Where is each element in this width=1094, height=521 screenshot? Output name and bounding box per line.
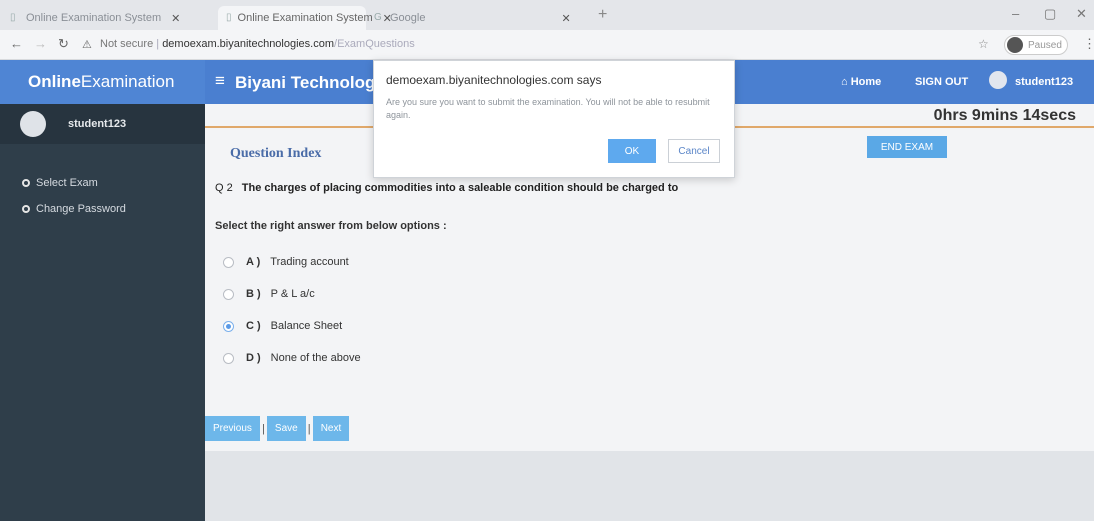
option-b[interactable]: B ) P & L a/c: [223, 288, 315, 300]
browser-tab[interactable]: G Google ✕: [366, 6, 586, 30]
circle-bullet-icon: [22, 179, 30, 187]
option-text: Trading account: [270, 256, 349, 268]
previous-button[interactable]: Previous: [205, 416, 260, 441]
new-tab-icon[interactable]: +: [598, 6, 607, 24]
home-icon: ⌂: [841, 76, 851, 88]
security-label: Not secure: [100, 38, 154, 50]
option-text: P & L a/c: [270, 288, 315, 300]
dialog-message: Are you sure you want to submit the exam…: [386, 97, 710, 120]
warning-icon: ⚠: [82, 39, 92, 51]
dialog-title: demoexam.biyanitechnologies.com says: [386, 73, 602, 87]
exam-timer: 0hrs 9mins 14secs: [933, 107, 1076, 124]
select-hint: Select the right answer from below optio…: [215, 220, 447, 232]
sidebar-item-change-password[interactable]: Change Password: [22, 203, 126, 215]
browser-tab-active[interactable]: ▯ Online Examination System ✕: [218, 6, 392, 30]
radio-button[interactable]: [223, 352, 234, 364]
radio-button[interactable]: [223, 288, 234, 300]
menu-kebab-icon[interactable]: ⋮: [1083, 36, 1094, 52]
question: Q 2 The charges of placing commodities i…: [215, 182, 678, 194]
separator: |: [261, 422, 265, 435]
cancel-button[interactable]: Cancel: [668, 139, 720, 163]
url-host: demoexam.biyanitechnologies.com: [162, 38, 335, 50]
maximize-icon[interactable]: ▢: [1044, 6, 1056, 22]
bookmark-star-icon[interactable]: ☆: [978, 37, 989, 51]
next-button[interactable]: Next: [312, 416, 350, 441]
save-button[interactable]: Save: [266, 416, 306, 441]
option-c[interactable]: C ) Balance Sheet: [223, 320, 342, 332]
profile-button[interactable]: Paused: [1004, 35, 1068, 55]
option-d[interactable]: D ) None of the above: [223, 352, 361, 364]
sign-out-link[interactable]: SIGN OUT: [915, 76, 968, 88]
radio-button-checked[interactable]: [223, 320, 234, 332]
hamburger-menu-icon[interactable]: ≡: [215, 71, 225, 91]
brand-bold: Online: [28, 72, 81, 91]
tab-label: Online Examination System: [26, 12, 162, 24]
user-avatar-icon: [989, 71, 1007, 89]
footer: [205, 451, 1094, 521]
window-close-icon[interactable]: ✕: [1076, 6, 1087, 22]
radio-button[interactable]: [223, 256, 234, 268]
browser-tab[interactable]: ▯ Online Examination System ✕: [2, 6, 218, 30]
close-icon[interactable]: ✕: [171, 12, 180, 25]
option-letter: A ): [246, 256, 261, 268]
question-nav-buttons: Previous | Save | Next: [205, 416, 350, 441]
reload-icon[interactable]: ↻: [58, 36, 69, 52]
doc-icon: ▯: [226, 12, 232, 23]
tab-label: Google: [390, 12, 426, 24]
option-text: Balance Sheet: [270, 320, 343, 332]
doc-icon: ▯: [10, 12, 16, 23]
browser-tab-bar: ▯ Online Examination System ✕ ▯ Online E…: [0, 0, 1094, 30]
question-number: Q 2: [215, 182, 233, 194]
back-icon[interactable]: ←: [10, 36, 23, 51]
sidebar-user-panel: student123: [0, 104, 205, 144]
option-letter: C ): [246, 320, 261, 332]
profile-avatar-icon: [1007, 37, 1023, 53]
ok-button[interactable]: OK: [608, 139, 656, 163]
option-letter: B ): [246, 288, 261, 300]
address-bar: ← → ↻ ⚠ Not secure | demoexam.biyanitech…: [0, 30, 1094, 60]
option-text: None of the above: [270, 352, 361, 364]
sidebar: student123 Select Exam Change Password: [0, 104, 205, 521]
app-brand[interactable]: Online Examination: [0, 60, 205, 104]
tab-label: Online Examination System: [237, 12, 373, 24]
avatar: [20, 111, 46, 137]
circle-bullet-icon: [22, 205, 30, 213]
option-letter: D ): [246, 352, 261, 364]
question-index-link[interactable]: Question Index: [230, 146, 321, 162]
sidebar-item-select-exam[interactable]: Select Exam: [22, 177, 98, 189]
brand-rest: Examination: [80, 72, 175, 91]
url-field[interactable]: Not secure | demoexam.biyanitechnologies…: [100, 38, 415, 50]
question-text: The charges of placing commodities into …: [241, 182, 679, 194]
confirm-dialog: demoexam.biyanitechnologies.com says Are…: [373, 60, 735, 178]
url-path: /ExamQuestions: [334, 38, 415, 50]
separator: |: [307, 422, 311, 435]
google-icon: G: [374, 12, 382, 23]
forward-icon[interactable]: →: [34, 36, 47, 51]
option-a[interactable]: A ) Trading account: [223, 256, 349, 268]
profile-status: Paused: [1028, 39, 1062, 51]
sidebar-username: student123: [68, 118, 127, 130]
close-icon[interactable]: ✕: [561, 12, 570, 25]
end-exam-button[interactable]: END EXAM: [867, 136, 947, 158]
header-username[interactable]: student123: [1015, 76, 1073, 88]
home-link[interactable]: ⌂ Home: [841, 76, 881, 88]
minimize-icon[interactable]: –: [1012, 6, 1019, 21]
